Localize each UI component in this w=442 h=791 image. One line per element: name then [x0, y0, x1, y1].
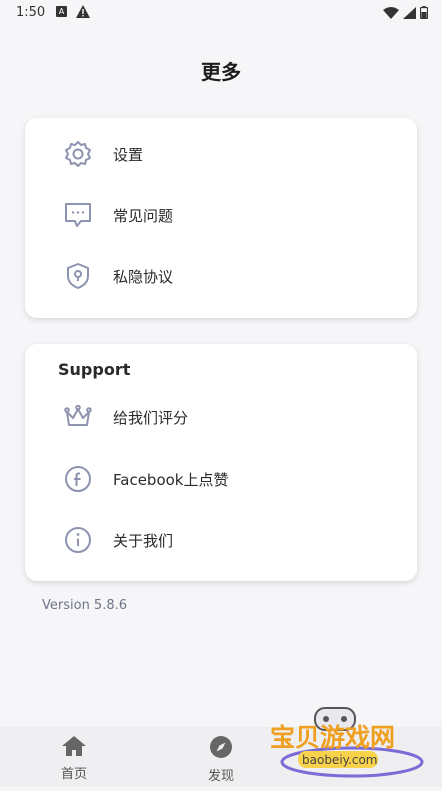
- facebook-icon: [63, 464, 93, 494]
- chat-bubble-icon: [63, 200, 93, 230]
- wifi-icon: [382, 6, 399, 19]
- nav-label: 发现: [207, 769, 234, 784]
- nav-item-home[interactable]: 首页: [44, 735, 104, 782]
- menu-item-label: Facebook上点赞: [113, 470, 229, 489]
- shield-icon: [63, 261, 93, 291]
- nav-item-discover[interactable]: 发现: [191, 735, 251, 784]
- menu-item-label: 常见问题: [113, 206, 174, 225]
- watermark-text: 宝贝游戏网: [270, 723, 395, 752]
- menu-item-label: 设置: [113, 145, 144, 164]
- warning-icon: [76, 5, 90, 22]
- section-title: Support: [58, 360, 131, 379]
- menu-card: 设置 常见问题 私隐协议: [25, 118, 417, 318]
- watermark-url: baobeiy.com: [302, 753, 377, 767]
- menu-item-settings[interactable]: 设置: [25, 130, 417, 178]
- menu-item-faq[interactable]: 常见问题: [25, 191, 417, 239]
- status-right: [382, 5, 429, 20]
- battery-icon: [419, 6, 429, 20]
- watermark-logo: 宝贝游戏网 baobeiy.com: [270, 700, 442, 787]
- menu-item-label: 关于我们: [113, 531, 174, 550]
- menu-item-label: 给我们评分: [113, 408, 189, 427]
- menu-item-privacy[interactable]: 私隐协议: [25, 252, 417, 300]
- crown-icon: [63, 402, 93, 432]
- info-icon: [63, 525, 93, 555]
- version-text: Version 5.8.6: [42, 598, 128, 613]
- page-title: 更多: [201, 60, 241, 84]
- support-card: Support 给我们评分 Facebook上点赞 关于我们: [25, 344, 417, 581]
- nav-label: 首页: [60, 767, 87, 782]
- notification-a-icon: A: [56, 6, 67, 17]
- status-time: 1:50: [16, 5, 46, 20]
- status-bar: 1:50 A: [0, 0, 442, 26]
- compass-icon: [210, 736, 232, 758]
- menu-item-about-us[interactable]: 关于我们: [25, 516, 417, 564]
- menu-item-rate-us[interactable]: 给我们评分: [25, 393, 417, 441]
- signal-icon: [402, 6, 416, 19]
- menu-item-facebook[interactable]: Facebook上点赞: [25, 455, 417, 503]
- gear-icon: [63, 139, 93, 169]
- menu-item-label: 私隐协议: [113, 267, 174, 286]
- home-icon: [62, 736, 86, 756]
